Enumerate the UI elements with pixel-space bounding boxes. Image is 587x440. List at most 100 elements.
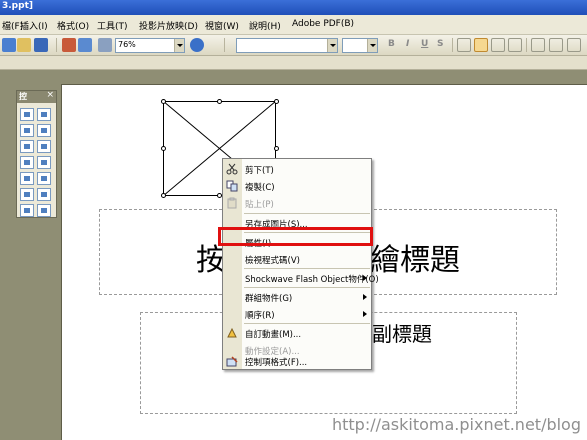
toolbar-separator [56,38,57,52]
menu-separator [244,213,370,214]
chevron-down-icon[interactable] [327,39,337,52]
font-name-select[interactable] [236,38,338,53]
menu-separator [244,287,370,288]
slide-subtitle: 副標題 [372,322,432,346]
menu-item-label: 剪下(T) [245,166,274,176]
menu-item-custom-animation[interactable]: 自訂動畫(M)... [223,325,371,342]
chevron-down-icon[interactable] [367,39,377,52]
toolbar-separator [526,38,527,52]
menu-help[interactable]: 說明(H) [249,19,281,32]
resize-handle[interactable] [161,146,166,151]
zoom-value: 76% [118,40,136,49]
menu-separator [244,323,370,324]
submenu-arrow-icon [363,275,367,281]
close-icon[interactable]: × [46,90,54,100]
menu-item-order[interactable]: 順序(R) [223,306,371,323]
title-bar: 3.ppt] [0,0,587,15]
tool-spin-icon[interactable] [37,172,51,185]
menu-item-label: 複製(C) [245,183,275,193]
toolbar-separator [224,38,225,52]
window-title: 3.ppt] [2,1,33,11]
numbered-list-icon[interactable] [531,38,545,52]
resize-handle[interactable] [274,99,279,104]
resize-handle[interactable] [161,99,166,104]
resize-handle[interactable] [217,99,222,104]
menu-item-label: 貼上(P) [245,200,274,210]
menu-bar: 檔(F) 插入(I) 格式(O) 工具(T) 投影片放映(D) 視窗(W) 說明… [0,15,587,35]
toolbar-area [0,56,587,70]
menu-item-label: 控制項格式(F)... [245,358,308,368]
slide-title-right: 繪標題 [370,243,460,278]
italic-button[interactable]: I [406,39,409,49]
menu-item-label: Shockwave Flash Object物件(O) [245,275,379,285]
tool-checkbox-icon[interactable] [20,124,34,137]
context-menu: 剪下(T) 複製(C) 貼上(P) 另存成圖片(S)... 屬性(I) 檢視程式… [222,158,379,370]
chevron-down-icon[interactable] [174,39,184,52]
toolbox-title: 控 [19,92,27,101]
table-icon[interactable] [78,38,92,52]
resize-handle[interactable] [161,193,166,198]
copy-icon [226,180,238,192]
menu-item-grouping[interactable]: 群組物件(G) [223,289,371,306]
save-icon[interactable] [2,38,16,52]
animation-icon [227,327,237,338]
menu-item-label: 群組物件(G) [245,294,293,304]
menu-window[interactable]: 視窗(W) [205,19,239,32]
toolbox-header[interactable]: 控 × [17,90,56,103]
font-size-select[interactable] [342,38,378,53]
chart-icon[interactable] [62,38,76,52]
menu-item-cut[interactable]: 剪下(T) [223,161,371,178]
resize-handle[interactable] [274,146,279,151]
shadow-button[interactable]: S [437,39,443,49]
highlight-box [218,227,373,246]
tool-scrollbar-icon[interactable] [20,188,34,201]
align-left-icon[interactable] [457,38,471,52]
submenu-arrow-icon [363,311,367,317]
tool-combobox-icon[interactable] [37,156,51,169]
menu-separator [244,268,370,269]
tool-button-icon[interactable] [20,140,34,153]
tool-label-icon[interactable] [37,188,51,201]
watermark: http://askitoma.pixnet.net/blog [331,415,581,434]
paste-icon[interactable] [17,38,31,52]
bold-button[interactable]: B [388,39,395,49]
bullet-list-icon[interactable] [549,38,563,52]
menu-item-label: 檢視程式碼(V) [245,256,300,266]
tool-option-button-icon[interactable] [37,140,51,153]
control-toolbox: 控 × [16,90,57,218]
undo-icon[interactable] [34,38,48,52]
help-icon[interactable] [190,38,204,52]
menu-adobe-pdf[interactable]: Adobe PDF(B) [292,19,354,29]
menu-tools[interactable]: 工具(T) [97,19,128,32]
menu-item-label: 自訂動畫(M)... [245,330,302,340]
paste-icon [227,197,237,209]
align-right-icon[interactable] [491,38,505,52]
grid-icon[interactable] [98,38,112,52]
zoom-select[interactable]: 76% [115,38,185,53]
tool-textbox-icon[interactable] [37,124,51,137]
tool-toggle-icon[interactable] [20,172,34,185]
menu-item-paste[interactable]: 貼上(P) [223,195,371,212]
menu-item-copy[interactable]: 複製(C) [223,178,371,195]
menu-item-label: 順序(R) [245,311,275,321]
menu-format[interactable]: 格式(O) [57,19,89,32]
menu-item-shockwave-object[interactable]: Shockwave Flash Object物件(O) [223,270,379,287]
menu-item-format-control[interactable]: 控制項格式(F)... [223,355,371,369]
distribute-icon[interactable] [508,38,522,52]
align-center-icon[interactable] [474,38,488,52]
tool-properties-icon[interactable] [20,108,34,121]
menu-item-view-code[interactable]: 檢視程式碼(V) [223,251,371,268]
tool-more-controls-icon[interactable] [37,204,51,217]
tool-listbox-icon[interactable] [20,156,34,169]
submenu-arrow-icon [363,294,367,300]
standard-toolbar: 76% B I U S [0,35,587,56]
toolbar-separator [452,38,453,52]
increase-indent-icon[interactable] [567,38,581,52]
menu-insert[interactable]: 插入(I) [20,19,48,32]
underline-button[interactable]: U [421,39,428,49]
tool-view-code-icon[interactable] [37,108,51,121]
tool-image-icon[interactable] [20,204,34,217]
scissors-icon [226,163,238,175]
format-icon [226,356,238,367]
menu-slideshow[interactable]: 投影片放映(D) [139,19,198,32]
